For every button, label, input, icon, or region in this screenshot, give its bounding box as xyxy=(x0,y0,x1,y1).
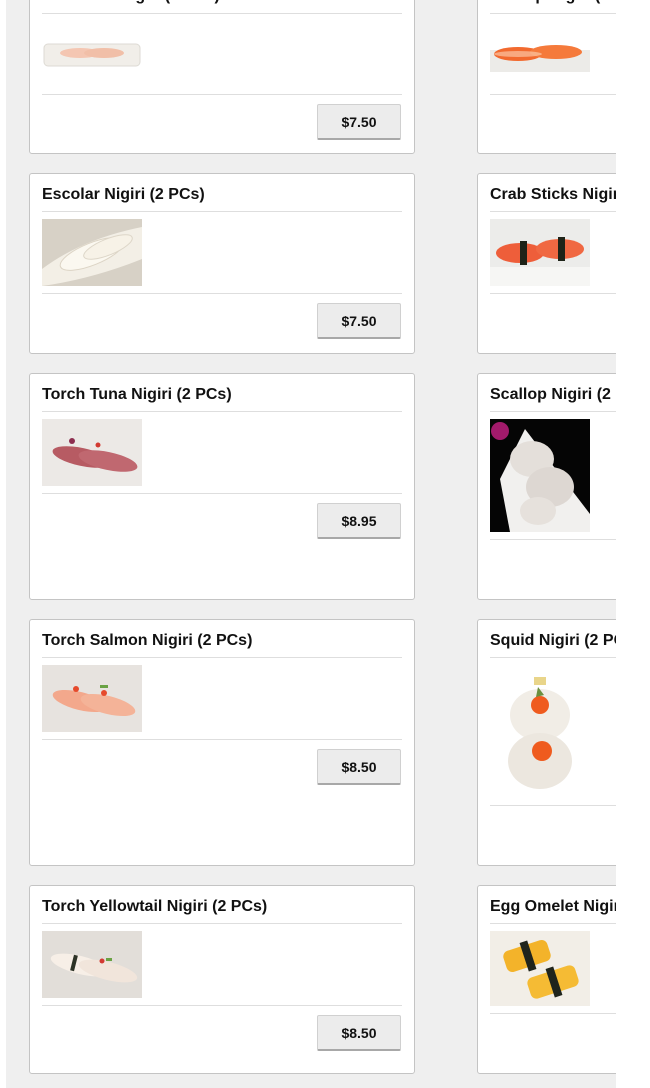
divider xyxy=(42,293,402,294)
price-button[interactable]: $8.50 xyxy=(317,749,401,785)
divider xyxy=(42,1005,402,1006)
divider xyxy=(42,211,402,212)
divider xyxy=(42,923,402,924)
menu-item-card[interactable]: Torch Salmon Nigiri (2 PCs) $8.50 xyxy=(29,619,415,866)
divider xyxy=(42,739,402,740)
divider xyxy=(490,94,616,95)
menu-item-card[interactable]: Torch Yellowtail Nigiri (2 PCs) $8.50 xyxy=(29,885,415,1074)
menu-item-title: Shrimp Nigiri (2 xyxy=(490,0,609,12)
torch-salmon-nigiri-photo[interactable] xyxy=(42,665,142,732)
menu-item-title: Torch Salmon Nigiri (2 PCs) xyxy=(42,632,253,649)
menu-item-title: Squid Nigiri (2 PC xyxy=(490,632,616,649)
menu-item-card[interactable]: Squid Nigiri (2 PC xyxy=(477,619,616,866)
menu-item-title: Egg Omelet Nigiri xyxy=(490,898,616,915)
menu-item-title: Scallop Nigiri (2 xyxy=(490,386,611,403)
divider xyxy=(490,411,616,412)
divider xyxy=(490,13,616,14)
divider xyxy=(42,657,402,658)
crab-sticks-nigiri-photo[interactable] xyxy=(490,219,590,286)
menu-item-title: Torch Yellowtail Nigiri (2 PCs) xyxy=(42,898,268,915)
menu-grid: Yellowtail Nigiri (2 PCs) $7.50 Escolar … xyxy=(6,0,616,1088)
price-button[interactable]: $7.50 xyxy=(317,303,401,339)
menu-item-title: Yellowtail Nigiri (2 PCs) xyxy=(42,0,220,12)
divider xyxy=(42,411,402,412)
divider xyxy=(490,805,616,806)
divider xyxy=(490,539,616,540)
menu-item-card[interactable]: Egg Omelet Nigiri xyxy=(477,885,616,1074)
menu-item-card[interactable]: Shrimp Nigiri (2 xyxy=(477,0,616,154)
divider xyxy=(42,94,402,95)
divider xyxy=(490,1013,616,1014)
divider xyxy=(490,657,616,658)
menu-item-card[interactable]: Crab Sticks Nigiri xyxy=(477,173,616,354)
price-button[interactable]: $8.95 xyxy=(317,503,401,539)
divider xyxy=(42,493,402,494)
divider xyxy=(490,293,616,294)
menu-item-card[interactable]: Scallop Nigiri (2 xyxy=(477,373,616,600)
torch-yellowtail-nigiri-photo[interactable] xyxy=(42,931,142,998)
divider xyxy=(42,13,402,14)
divider xyxy=(490,923,616,924)
scallop-nigiri-photo[interactable] xyxy=(490,419,590,532)
menu-item-title: Escolar Nigiri (2 PCs) xyxy=(42,186,205,203)
divider xyxy=(490,211,616,212)
price-button[interactable]: $8.50 xyxy=(317,1015,401,1051)
menu-item-card[interactable]: Yellowtail Nigiri (2 PCs) $7.50 xyxy=(29,0,415,154)
menu-item-title: Crab Sticks Nigiri xyxy=(490,186,616,203)
escolar-nigiri-photo[interactable] xyxy=(42,219,142,286)
shrimp-nigiri-photo[interactable] xyxy=(490,30,590,78)
egg-omelet-nigiri-photo[interactable] xyxy=(490,931,590,1006)
menu-item-card[interactable]: Escolar Nigiri (2 PCs) $7.50 xyxy=(29,173,415,354)
torch-tuna-nigiri-photo[interactable] xyxy=(42,419,142,486)
price-button[interactable]: $7.50 xyxy=(317,104,401,140)
yellowtail-nigiri-photo[interactable] xyxy=(42,35,142,71)
menu-item-card[interactable]: Torch Tuna Nigiri (2 PCs) $8.95 xyxy=(29,373,415,600)
squid-nigiri-photo[interactable] xyxy=(490,665,590,798)
menu-item-title: Torch Tuna Nigiri (2 PCs) xyxy=(42,386,232,403)
